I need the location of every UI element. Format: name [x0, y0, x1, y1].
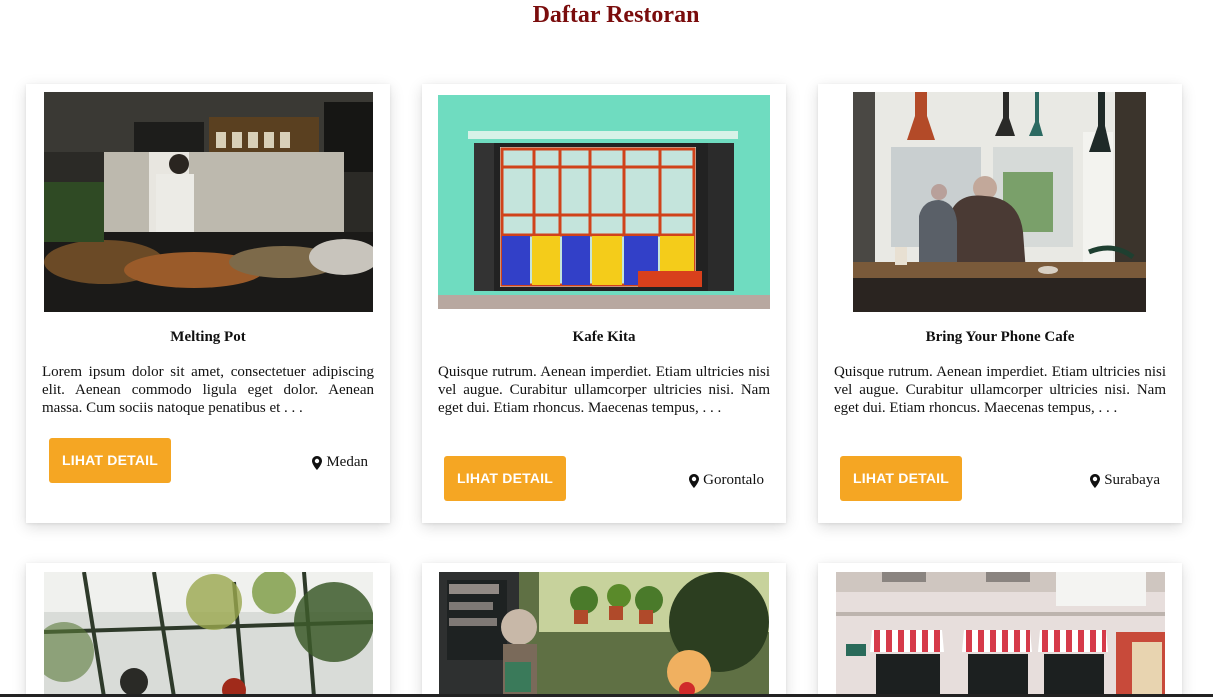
- lihat-detail-button[interactable]: LIHAT DETAIL: [840, 456, 962, 501]
- restaurant-image[interactable]: [44, 92, 373, 312]
- restaurant-location: Surabaya: [1090, 472, 1160, 489]
- restaurant-image[interactable]: [44, 572, 373, 697]
- map-pin-icon: [1090, 473, 1101, 488]
- restaurant-list-page: Daftar Restoran Melting Pot Lorem ipsum …: [0, 0, 1213, 697]
- lihat-detail-button[interactable]: LIHAT DETAIL: [49, 438, 171, 483]
- map-pin-icon: [689, 473, 700, 488]
- restaurant-description: Quisque rutrum. Aenean imperdiet. Etiam …: [438, 364, 770, 416]
- restaurant-card: [818, 563, 1182, 697]
- restaurant-name: Melting Pot: [170, 329, 246, 345]
- restaurant-card: Kafe Kita Quisque rutrum. Aenean imperdi…: [422, 84, 786, 523]
- restaurant-card: [422, 563, 786, 697]
- restaurant-image[interactable]: [853, 92, 1146, 312]
- restaurant-card: [26, 563, 390, 697]
- restaurant-description: Quisque rutrum. Aenean imperdiet. Etiam …: [834, 364, 1166, 416]
- page-title: Daftar Restoran: [532, 2, 700, 28]
- restaurant-image[interactable]: [439, 572, 769, 697]
- restaurant-name: Bring Your Phone Cafe: [925, 329, 1075, 345]
- restaurant-description: Lorem ipsum dolor sit amet, consectetuer…: [42, 364, 374, 416]
- restaurant-card: Bring Your Phone Cafe Quisque rutrum. Ae…: [818, 84, 1182, 523]
- restaurant-city: Surabaya: [1104, 472, 1160, 488]
- restaurant-image[interactable]: [836, 572, 1165, 697]
- restaurant-image[interactable]: [438, 95, 770, 309]
- restaurant-location: Gorontalo: [689, 472, 764, 489]
- lihat-detail-button[interactable]: LIHAT DETAIL: [444, 456, 566, 501]
- restaurant-card: Melting Pot Lorem ipsum dolor sit amet, …: [26, 84, 390, 523]
- restaurant-name: Kafe Kita: [572, 329, 636, 345]
- restaurant-city: Medan: [326, 454, 368, 470]
- map-pin-icon: [312, 455, 323, 470]
- restaurant-location: Medan: [312, 454, 368, 471]
- restaurant-city: Gorontalo: [703, 472, 764, 488]
